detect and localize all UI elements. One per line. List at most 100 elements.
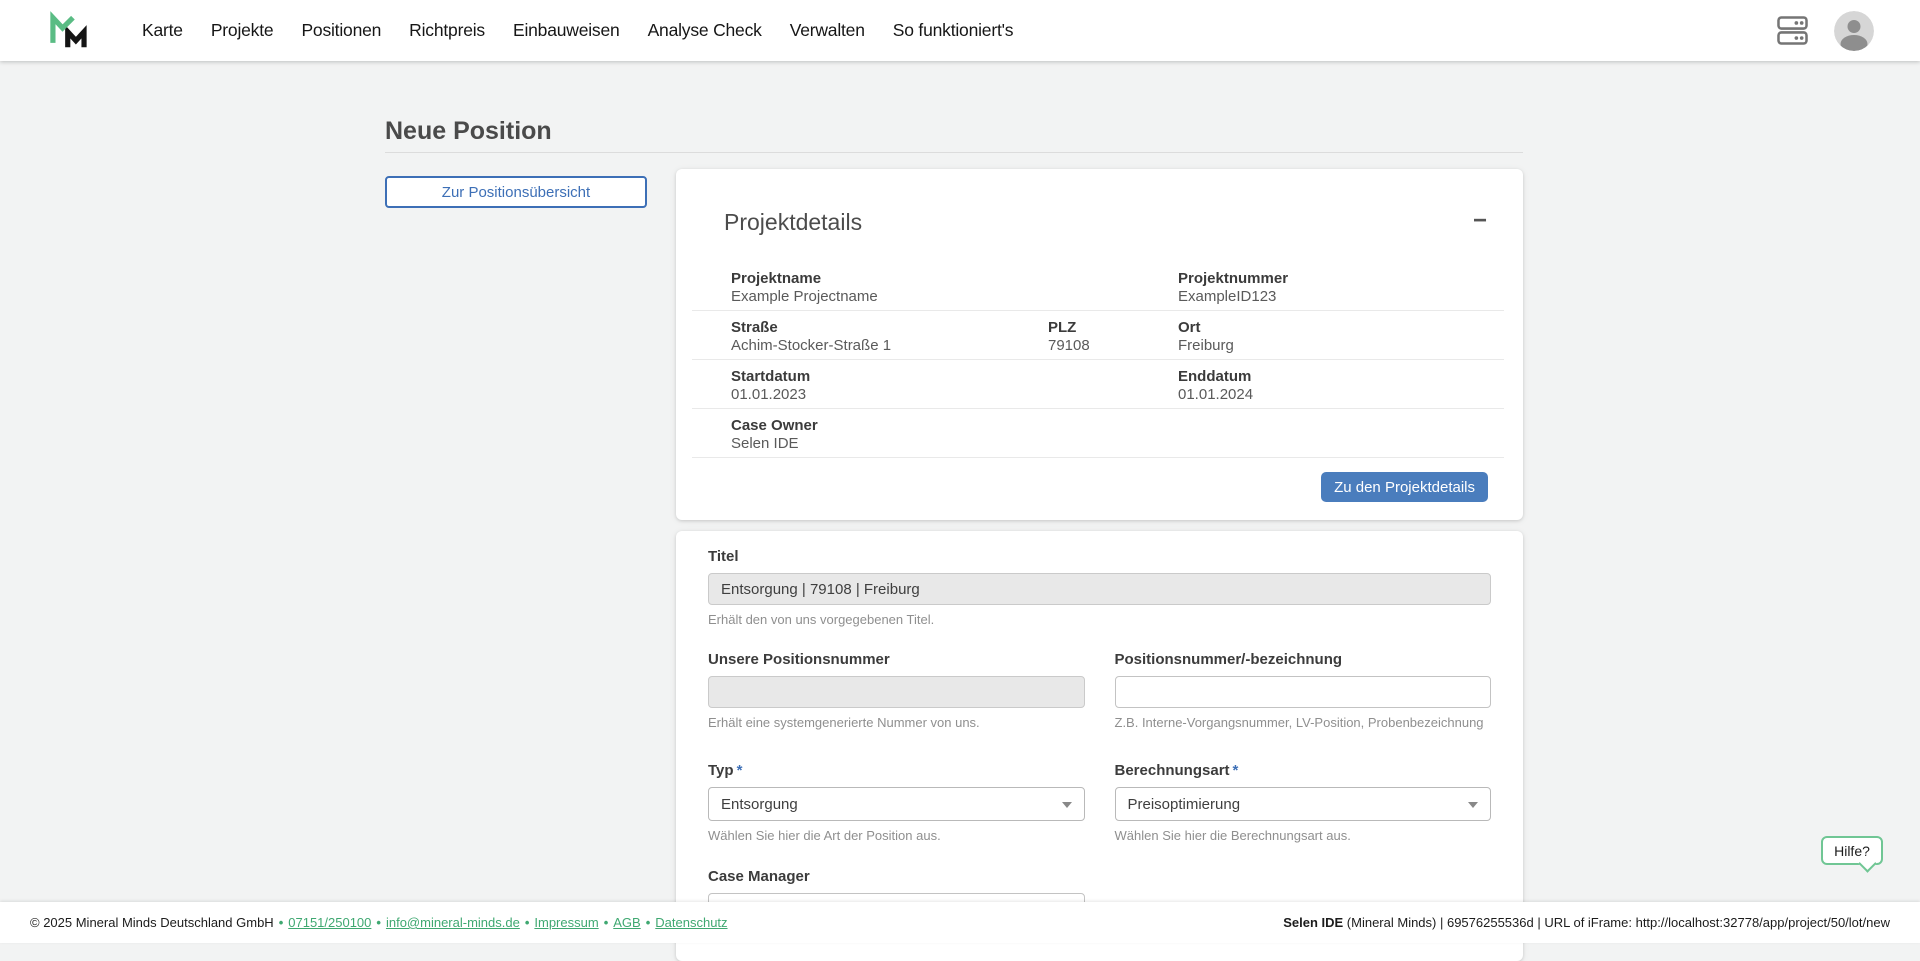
new-position-form-card: Titel Erhält den von uns vorgegebenen Ti… bbox=[676, 531, 1523, 961]
dot-separator: • bbox=[376, 915, 381, 930]
berechnungsart-label: Berechnungsart* bbox=[1115, 763, 1492, 778]
unsere-positionsnummer-label: Unsere Positionsnummer bbox=[708, 652, 1085, 667]
field-value: 01.01.2024 bbox=[1178, 385, 1504, 405]
nav-right-controls bbox=[1777, 11, 1874, 51]
logo-icon bbox=[47, 9, 87, 53]
field-label: Projektnummer bbox=[1178, 270, 1504, 287]
dot-separator: • bbox=[604, 915, 609, 930]
field-value: Selen IDE bbox=[731, 434, 1504, 454]
field-label: Enddatum bbox=[1178, 368, 1504, 385]
dot-separator: • bbox=[646, 915, 651, 930]
field-plz: PLZ 79108 bbox=[1048, 319, 1178, 359]
berechnungsart-select[interactable]: Preisoptimierung bbox=[1115, 787, 1492, 821]
type-calculation-row: Typ* Entsorgung Wählen Sie hier die Art … bbox=[708, 763, 1491, 842]
footer: © 2025 Mineral Minds Deutschland GmbH • … bbox=[0, 902, 1920, 943]
nav-item-richtpreis[interactable]: Richtpreis bbox=[409, 0, 485, 61]
required-asterisk: * bbox=[737, 762, 743, 779]
field-label: Case Owner bbox=[731, 417, 1504, 434]
footer-link-agb[interactable]: AGB bbox=[613, 915, 640, 930]
field-value: Freiburg bbox=[1178, 336, 1504, 356]
main-nav: Karte Projekte Positionen Richtpreis Ein… bbox=[142, 0, 1013, 61]
title-divider bbox=[385, 152, 1523, 153]
copyright-text: © 2025 Mineral Minds Deutschland GmbH bbox=[30, 915, 274, 930]
top-navbar: Karte Projekte Positionen Richtpreis Ein… bbox=[0, 0, 1920, 61]
titel-helper: Erhält den von uns vorgegebenen Titel. bbox=[708, 613, 1491, 626]
nav-item-projekte[interactable]: Projekte bbox=[211, 0, 274, 61]
go-to-project-details-button[interactable]: Zu den Projektdetails bbox=[1321, 472, 1488, 502]
field-startdatum: Startdatum 01.01.2023 bbox=[731, 368, 1178, 408]
titel-group: Titel Erhält den von uns vorgegebenen Ti… bbox=[708, 549, 1491, 626]
footer-link-datenschutz[interactable]: Datenschutz bbox=[655, 915, 727, 930]
unsere-positionsnummer-group: Unsere Positionsnummer Erhält eine syste… bbox=[708, 652, 1085, 729]
session-details: (Mineral Minds) | 69576255536d | URL of … bbox=[1343, 915, 1890, 930]
unsere-positionsnummer-helper: Erhält eine systemgenerierte Nummer von … bbox=[708, 716, 1085, 729]
nav-item-analyse-check[interactable]: Analyse Check bbox=[648, 0, 762, 61]
footer-link-email[interactable]: info@mineral-minds.de bbox=[386, 915, 520, 930]
field-enddatum: Enddatum 01.01.2024 bbox=[1178, 368, 1504, 408]
collapse-card-button[interactable]: − bbox=[1473, 213, 1487, 229]
typ-select[interactable]: Entsorgung bbox=[708, 787, 1085, 821]
table-row: Case Owner Selen IDE bbox=[692, 409, 1504, 458]
project-details-card: Projektdetails − Projektname Example Pro… bbox=[676, 169, 1523, 520]
project-card-title: Projektdetails bbox=[724, 209, 862, 236]
field-value: 79108 bbox=[1048, 336, 1178, 356]
footer-left: © 2025 Mineral Minds Deutschland GmbH • … bbox=[30, 915, 728, 930]
unsere-positionsnummer-input bbox=[708, 676, 1085, 708]
nav-item-positionen[interactable]: Positionen bbox=[301, 0, 381, 61]
field-case-owner: Case Owner Selen IDE bbox=[731, 417, 1504, 457]
dot-separator: • bbox=[279, 915, 284, 930]
table-row: Straße Achim-Stocker-Straße 1 PLZ 79108 … bbox=[692, 311, 1504, 360]
field-label: Straße bbox=[731, 319, 1048, 336]
field-strasse: Straße Achim-Stocker-Straße 1 bbox=[731, 319, 1048, 359]
field-label: Projektname bbox=[731, 270, 1178, 287]
positionsnummer-bezeichnung-group: Positionsnummer/-bezeichnung Z.B. Intern… bbox=[1115, 652, 1492, 729]
typ-label: Typ* bbox=[708, 763, 1085, 778]
page-title: Neue Position bbox=[385, 117, 552, 146]
titel-label: Titel bbox=[708, 549, 1491, 564]
positionsnummer-bezeichnung-input[interactable] bbox=[1115, 676, 1492, 708]
field-label: Ort bbox=[1178, 319, 1504, 336]
session-info: Selen IDE (Mineral Minds) | 69576255536d… bbox=[1283, 915, 1890, 930]
user-avatar-icon[interactable] bbox=[1834, 11, 1874, 51]
field-value: Achim-Stocker-Straße 1 bbox=[731, 336, 1048, 356]
position-number-row: Unsere Positionsnummer Erhält eine syste… bbox=[708, 652, 1491, 729]
field-value: 01.01.2023 bbox=[731, 385, 1178, 405]
typ-helper: Wählen Sie hier die Art der Position aus… bbox=[708, 829, 1085, 842]
dot-separator: • bbox=[525, 915, 530, 930]
nav-item-so-funktionierts[interactable]: So funktioniert's bbox=[893, 0, 1014, 61]
typ-select-value: Entsorgung bbox=[721, 796, 798, 813]
back-to-positions-button[interactable]: Zur Positionsübersicht bbox=[385, 176, 647, 208]
mineral-minds-logo[interactable] bbox=[47, 9, 87, 53]
berechnungsart-helper: Wählen Sie hier die Berechnungsart aus. bbox=[1115, 829, 1492, 842]
positionsnummer-bezeichnung-label: Positionsnummer/-bezeichnung bbox=[1115, 652, 1492, 667]
table-row: Projektname Example Projectname Projektn… bbox=[692, 262, 1504, 311]
chevron-down-icon bbox=[1468, 802, 1478, 808]
field-projektnummer: Projektnummer ExampleID123 bbox=[1178, 270, 1504, 310]
footer-link-phone[interactable]: 07151/250100 bbox=[288, 915, 371, 930]
case-manager-label: Case Manager bbox=[708, 869, 1491, 884]
session-user: Selen IDE bbox=[1283, 915, 1343, 930]
help-button[interactable]: Hilfe? bbox=[1821, 836, 1883, 865]
chevron-down-icon bbox=[1062, 802, 1072, 808]
positionsnummer-bezeichnung-helper: Z.B. Interne-Vorgangsnummer, LV-Position… bbox=[1115, 716, 1492, 729]
berechnungsart-label-text: Berechnungsart bbox=[1115, 762, 1230, 779]
footer-link-impressum[interactable]: Impressum bbox=[534, 915, 598, 930]
typ-group: Typ* Entsorgung Wählen Sie hier die Art … bbox=[708, 763, 1085, 842]
project-detail-rows: Projektname Example Projectname Projektn… bbox=[692, 262, 1504, 458]
field-ort: Ort Freiburg bbox=[1178, 319, 1504, 359]
berechnungsart-select-value: Preisoptimierung bbox=[1128, 796, 1241, 813]
nav-item-karte[interactable]: Karte bbox=[142, 0, 183, 61]
field-projektname: Projektname Example Projectname bbox=[731, 270, 1178, 310]
server-icon[interactable] bbox=[1777, 16, 1808, 45]
field-label: PLZ bbox=[1048, 319, 1178, 336]
field-label: Startdatum bbox=[731, 368, 1178, 385]
nav-item-verwalten[interactable]: Verwalten bbox=[790, 0, 865, 61]
berechnungsart-group: Berechnungsart* Preisoptimierung Wählen … bbox=[1115, 763, 1492, 842]
nav-item-einbauweisen[interactable]: Einbauweisen bbox=[513, 0, 620, 61]
field-value: ExampleID123 bbox=[1178, 287, 1504, 307]
table-row: Startdatum 01.01.2023 Enddatum 01.01.202… bbox=[692, 360, 1504, 409]
titel-input bbox=[708, 573, 1491, 605]
typ-label-text: Typ bbox=[708, 762, 734, 779]
field-value: Example Projectname bbox=[731, 287, 1178, 307]
required-asterisk: * bbox=[1233, 762, 1239, 779]
